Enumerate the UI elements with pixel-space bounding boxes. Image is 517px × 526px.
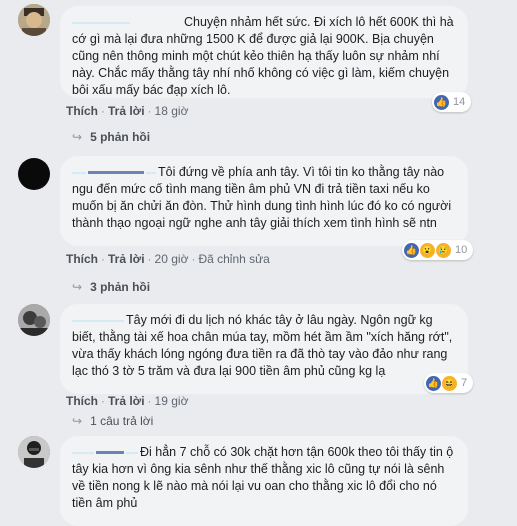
comment-actions: Thích · Trả lời · 19 giờ — [66, 394, 189, 408]
reply-arrow-icon: ↪ — [72, 280, 83, 294]
comment-bubble: Tây mới đi du lịch nó khác tây ở lâu ngà… — [60, 304, 468, 394]
comment-bubble: Tôi đứng về phía anh tây. Vì tôi tin ko … — [60, 156, 468, 246]
reactions-summary[interactable]: 👍 😆 7 — [424, 373, 474, 393]
reply-link[interactable]: Trả lời — [108, 394, 145, 408]
comment-text: Tôi đứng về phía anh tây. Vì tôi tin ko … — [72, 165, 452, 230]
edited-label[interactable]: Đã chỉnh sửa — [198, 252, 269, 266]
timestamp[interactable]: 18 giờ — [155, 104, 189, 118]
comment-text: Đi hẳn 7 chỗ có 30k chặt hơn tận 600k th… — [72, 445, 454, 510]
avatar[interactable] — [18, 304, 50, 336]
comment-actions: Thích · Trả lời · 18 giờ — [66, 104, 189, 118]
comment-bubble: Chuyện nhảm hết sức. Đi xích lô hết 600K… — [60, 6, 468, 98]
avatar-photo-icon — [18, 4, 50, 36]
like-link[interactable]: Thích — [66, 104, 98, 118]
reactions-summary[interactable]: 👍 😮 😢 10 — [402, 240, 474, 260]
like-icon: 👍 — [404, 242, 419, 258]
view-replies-link[interactable]: ↪ 3 phản hồi — [72, 280, 150, 294]
reactions-summary[interactable]: 👍 14 — [432, 92, 472, 112]
reaction-count: 14 — [453, 96, 466, 108]
reply-link[interactable]: Trả lời — [108, 252, 145, 266]
comment-text: Chuyện nhảm hết sức. Đi xích lô hết 600K… — [72, 15, 454, 97]
comment-actions: Thích · Trả lời · 20 giờ · Đã chỉnh sửa — [66, 252, 270, 266]
like-link[interactable]: Thích — [66, 394, 98, 408]
avatar-photo-icon — [18, 304, 50, 336]
view-replies-link[interactable]: ↪ 1 câu trả lời — [72, 414, 153, 428]
reaction-count: 7 — [461, 377, 468, 389]
like-icon: 👍 — [434, 94, 449, 110]
comment-bubble: Đi hẳn 7 chỗ có 30k chặt hơn tận 600k th… — [60, 436, 468, 526]
reaction-count: 10 — [455, 244, 468, 256]
like-icon: 👍 — [426, 375, 441, 391]
avatar[interactable] — [18, 436, 50, 468]
reply-arrow-icon: ↪ — [72, 130, 83, 144]
reply-arrow-icon: ↪ — [72, 414, 83, 428]
haha-icon: 😆 — [442, 375, 457, 391]
comment-text: Tây mới đi du lịch nó khác tây ở lâu ngà… — [72, 313, 453, 378]
timestamp[interactable]: 20 giờ — [155, 252, 189, 266]
reply-link[interactable]: Trả lời — [108, 104, 145, 118]
sad-icon: 😢 — [436, 242, 451, 258]
like-link[interactable]: Thích — [66, 252, 98, 266]
avatar[interactable] — [18, 4, 50, 36]
avatar-photo-icon — [18, 436, 50, 468]
view-replies-link[interactable]: ↪ 5 phản hồi — [72, 130, 150, 144]
avatar[interactable] — [18, 158, 50, 190]
timestamp[interactable]: 19 giờ — [155, 394, 189, 408]
wow-icon: 😮 — [420, 242, 435, 258]
